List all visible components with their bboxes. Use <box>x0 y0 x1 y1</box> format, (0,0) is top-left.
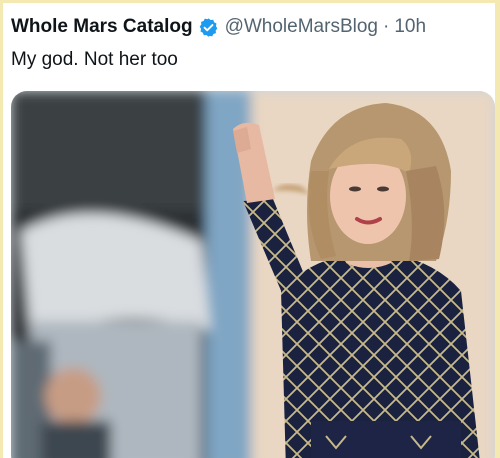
tweet-media-photo[interactable] <box>11 91 495 458</box>
verified-badge-icon <box>198 17 219 38</box>
timestamp[interactable]: 10h <box>394 16 426 38</box>
display-name[interactable]: Whole Mars Catalog <box>11 16 193 38</box>
user-handle[interactable]: @WholeMarsBlog <box>225 16 378 38</box>
separator-dot: · <box>382 16 390 37</box>
tweet-card[interactable]: Whole Mars Catalog @WholeMarsBlog · 10h … <box>3 3 495 458</box>
tweet-header: Whole Mars Catalog @WholeMarsBlog · 10h <box>11 15 487 39</box>
tweet-text: My god. Not her too <box>11 49 178 70</box>
